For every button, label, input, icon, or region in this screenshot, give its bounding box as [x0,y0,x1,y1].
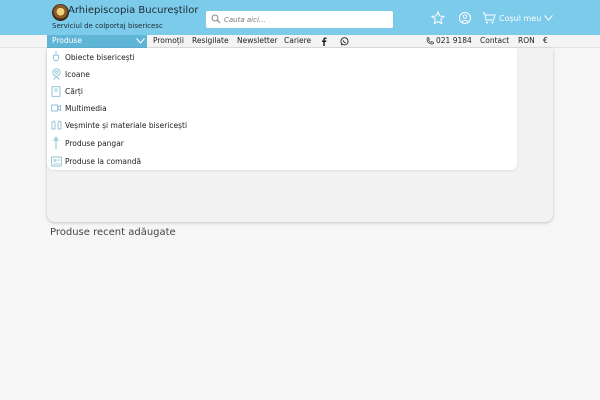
menu-item-label: Cărți [65,86,83,96]
cart-button[interactable]: Coșul meu [482,11,554,25]
brand-subtitle: Serviciul de colportaj bisericesc [52,22,163,30]
candle-icon [50,137,62,149]
nav-link-promotii[interactable]: Promoții [153,36,184,45]
menu-item-label: Multimedia [65,103,107,113]
phone-icon [426,37,434,45]
phone-number[interactable]: 021 9184 [436,36,472,45]
nav-link-resigilate[interactable]: Resigilate [192,36,229,45]
cart-label: Coșul meu [499,13,542,23]
menu-item-icoane[interactable]: Icoane [50,66,90,82]
site-header: Arhiepiscopia Bucureștilor Serviciul de … [0,0,600,35]
vestments-icon [50,119,62,131]
account-user-icon[interactable] [458,11,472,25]
chevron-down-icon [544,15,554,21]
menu-item-carti[interactable]: Cărți [50,83,83,99]
logo-icon[interactable] [52,4,69,21]
nav-products[interactable]: Produse [47,35,147,48]
menu-item-label: Produse la comandă [65,156,142,166]
menu-item-multimedia[interactable]: Multimedia [50,100,107,116]
favorites-star-icon[interactable] [431,11,445,25]
search-box [206,11,393,28]
main-nav: Produse Promoții Resigilate Newsletter C… [0,35,600,48]
search-input[interactable] [224,11,389,28]
nav-link-cariere[interactable]: Cariere [284,36,311,45]
recent-products-heading: Produse recent adăugate [50,227,176,238]
icon-portrait-icon [50,68,62,80]
chevron-down-icon [136,38,145,44]
currency-symbol[interactable]: € [543,36,548,45]
facebook-icon[interactable] [321,37,327,46]
menu-item-label: Obiecte bisericești [65,52,135,62]
brand-title[interactable]: Arhiepiscopia Bucureștilor [68,5,198,16]
media-icon [50,102,62,114]
nav-link-contact[interactable]: Contact [480,36,509,45]
censer-icon [50,51,62,63]
menu-item-label: Veșminte și materiale bisericești [65,120,188,130]
book-icon [50,85,62,97]
menu-item-label: Produse pangar [65,138,124,148]
cart-icon [482,12,496,24]
nav-link-newsletter[interactable]: Newsletter [237,36,278,45]
whatsapp-icon[interactable] [340,37,349,46]
menu-item-obiecte[interactable]: Obiecte bisericești [50,49,135,65]
menu-item-pangar[interactable]: Produse pangar [50,135,124,151]
menu-item-label: Icoane [65,69,90,79]
search-icon[interactable] [211,14,221,24]
nav-products-label: Produse [52,36,82,45]
products-dropdown-menu: Obiecte bisericești Icoane Cărți Multime… [47,48,517,170]
currency-selector[interactable]: RON [518,36,535,45]
order-icon [50,155,62,167]
menu-item-vesminte[interactable]: Veșminte și materiale bisericești [50,117,187,133]
menu-item-comanda[interactable]: Produse la comandă [50,153,141,169]
